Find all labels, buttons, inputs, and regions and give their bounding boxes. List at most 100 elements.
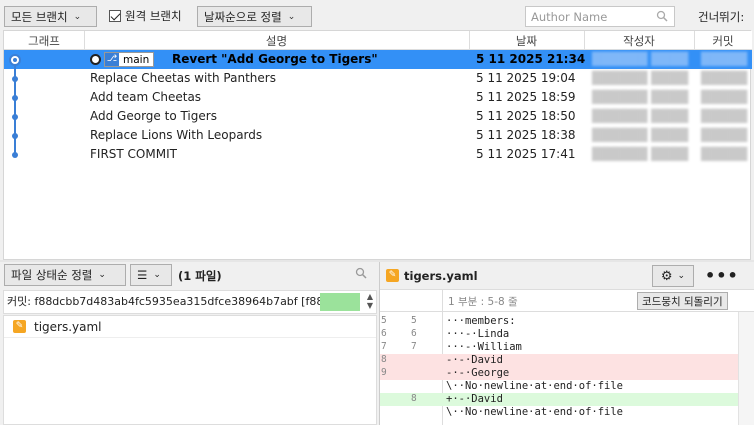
- new-line-number: 5: [411, 315, 417, 326]
- file-name: tigers.yaml: [34, 319, 102, 334]
- branch-icon: ⎇: [105, 53, 119, 66]
- old-line-number: 7: [381, 341, 387, 352]
- file-status-panel: 파일 상태순 정렬 ⌄ ☰ ⌄ (1 파일) 커밋: f88dcbb7d483a…: [3, 262, 377, 425]
- commit-author: ██████ ████: [592, 128, 689, 142]
- diff-line-deleted: 9 -·-·George: [380, 367, 738, 380]
- old-line-number: 8: [381, 354, 387, 365]
- column-description[interactable]: 설명: [84, 33, 469, 49]
- search-placeholder: Author Name: [531, 10, 608, 24]
- chevron-down-icon: ⌄: [98, 270, 106, 280]
- commit-row[interactable]: Add George to Tigers 5 11 2025 18:50 ███…: [4, 107, 752, 126]
- new-line-number: 6: [411, 328, 417, 339]
- commit-date: 5 11 2025 21:34: [476, 52, 586, 66]
- graph-node: [12, 152, 18, 158]
- commit-message: Add George to Tigers: [90, 109, 217, 123]
- modified-file-icon: ✎: [13, 320, 26, 333]
- commit-message: Add team Cheetas: [90, 90, 202, 104]
- diff-code: ···members:: [446, 315, 516, 327]
- file-sort-dropdown[interactable]: 파일 상태순 정렬 ⌄: [4, 264, 126, 286]
- diff-line: \··No·newline·at·end·of·file: [380, 406, 738, 419]
- file-panel-toolbar: 파일 상태순 정렬 ⌄ ☰ ⌄ (1 파일): [3, 262, 377, 288]
- column-date[interactable]: 날짜: [469, 33, 584, 49]
- more-options-icon[interactable]: •••: [705, 266, 739, 285]
- commit-date: 5 11 2025 18:50: [476, 109, 576, 123]
- gear-icon: ⚙: [660, 268, 673, 284]
- diff-file-name: tigers.yaml: [404, 269, 478, 283]
- diff-code: -·-·David: [446, 354, 503, 366]
- graph-node: [12, 95, 18, 101]
- new-line-number: 7: [411, 341, 417, 352]
- commit-row[interactable]: FIRST COMMIT 5 11 2025 17:41 ██████ ████…: [4, 145, 752, 164]
- commit-row[interactable]: ⎇ main Revert "Add George to Tigers" 5 1…: [4, 50, 752, 69]
- graph-node: [12, 133, 18, 139]
- search-icon[interactable]: [355, 267, 367, 282]
- old-line-number: 9: [381, 367, 387, 378]
- file-count: (1 파일): [178, 269, 222, 283]
- view-mode-dropdown[interactable]: ☰ ⌄: [130, 264, 172, 286]
- diff-line-deleted: 8 -·-·David: [380, 354, 738, 367]
- chevron-down-icon: ⌄: [153, 270, 161, 280]
- column-commit[interactable]: 커밋: [694, 33, 752, 49]
- sort-dropdown[interactable]: 날짜순으로 정렬 ⌄: [197, 6, 312, 27]
- commit-row[interactable]: Replace Lions With Leopards 5 11 2025 18…: [4, 126, 752, 145]
- diff-options-button[interactable]: ⚙ ⌄: [652, 265, 694, 287]
- chevron-down-icon: ⌄: [287, 11, 296, 22]
- commit-message: FIRST COMMIT: [90, 147, 177, 161]
- remote-branches-label: 원격 브랜치: [125, 9, 182, 23]
- diff-code: \··No·newline·at·end·of·file: [446, 406, 624, 418]
- commit-row[interactable]: Replace Cheetas with Panthers 5 11 2025 …: [4, 69, 752, 88]
- hunk-header-text: 1 부분 : 5-8 줄: [448, 296, 518, 308]
- chevron-down-icon: ⌄: [73, 11, 82, 22]
- diff-code: \··No·newline·at·end·of·file: [446, 380, 624, 392]
- remote-branches-checkbox[interactable]: 원격 브랜치: [109, 8, 182, 24]
- diff-code: ···-·Linda: [446, 328, 510, 340]
- commit-author: ██████ ████: [592, 52, 689, 66]
- diff-panel: ✎ tigers.yaml ⚙ ⌄ ••• 1 부분 : 5-8 줄 코드뭉치 …: [379, 262, 754, 425]
- skip-label: 건너뛰기:: [698, 10, 745, 24]
- avatar: [320, 293, 360, 311]
- file-sort-label: 파일 상태순 정렬: [11, 268, 93, 282]
- commit-message: Revert "Add George to Tigers": [172, 52, 378, 66]
- commit-graph: [9, 54, 21, 158]
- commit-hash: █████: [701, 52, 748, 66]
- commit-author: ██████ ████: [592, 109, 689, 123]
- branches-dropdown-label: 모든 브랜치: [11, 9, 68, 24]
- modified-file-icon: ✎: [386, 269, 399, 282]
- checkbox-checked-icon: [109, 10, 121, 22]
- commit-date: 5 11 2025 17:41: [476, 147, 576, 161]
- commit-row[interactable]: Add team Cheetas 5 11 2025 18:59 ██████ …: [4, 88, 752, 107]
- commit-hash: █████: [701, 90, 748, 104]
- list-item[interactable]: ✎ tigers.yaml: [4, 316, 376, 338]
- commit-author: ██████ ████: [592, 71, 689, 85]
- diff-line: 5 5 ···members:: [380, 315, 738, 328]
- graph-node: [12, 114, 18, 120]
- branch-tag: ⎇ main: [104, 52, 155, 67]
- commit-hash: █████: [701, 109, 748, 123]
- diff-line: 7 7 ···-·William: [380, 341, 738, 354]
- old-line-number: 6: [381, 328, 387, 339]
- commit-message: Replace Cheetas with Panthers: [90, 71, 276, 85]
- column-author[interactable]: 작성자: [584, 33, 694, 49]
- old-line-number: 5: [381, 315, 387, 326]
- diff-code: ···-·William: [446, 341, 522, 353]
- commit-hash: █████: [701, 71, 748, 85]
- commit-hash: █████: [701, 147, 748, 161]
- chevron-down-icon: ⌄: [677, 271, 686, 281]
- commit-author: ██████ ████: [592, 147, 689, 161]
- revert-hunk-button[interactable]: 코드뭉치 되돌리기: [637, 292, 728, 310]
- branches-dropdown[interactable]: 모든 브랜치 ⌄: [4, 6, 97, 27]
- new-line-number: 8: [411, 393, 417, 404]
- diff-line-added: 8 +·-·David: [380, 393, 738, 406]
- diff-line: \··No·newline·at·end·of·file: [380, 380, 738, 393]
- search-icon: [656, 10, 668, 25]
- diff-line: 6 6 ···-·Linda: [380, 328, 738, 341]
- graph-node: [12, 76, 18, 82]
- diff-scrollbar[interactable]: [738, 312, 754, 425]
- commit-date: 5 11 2025 19:04: [476, 71, 576, 85]
- commit-hash: █████: [701, 128, 748, 142]
- details-scroll-arrows[interactable]: ▲ ▼: [364, 292, 376, 312]
- commit-author: ██████ ████: [592, 90, 689, 104]
- table-header: 그래프 설명 날짜 작성자 커밋: [4, 31, 752, 50]
- column-graph[interactable]: 그래프: [4, 33, 84, 49]
- author-search-input[interactable]: Author Name: [525, 6, 675, 27]
